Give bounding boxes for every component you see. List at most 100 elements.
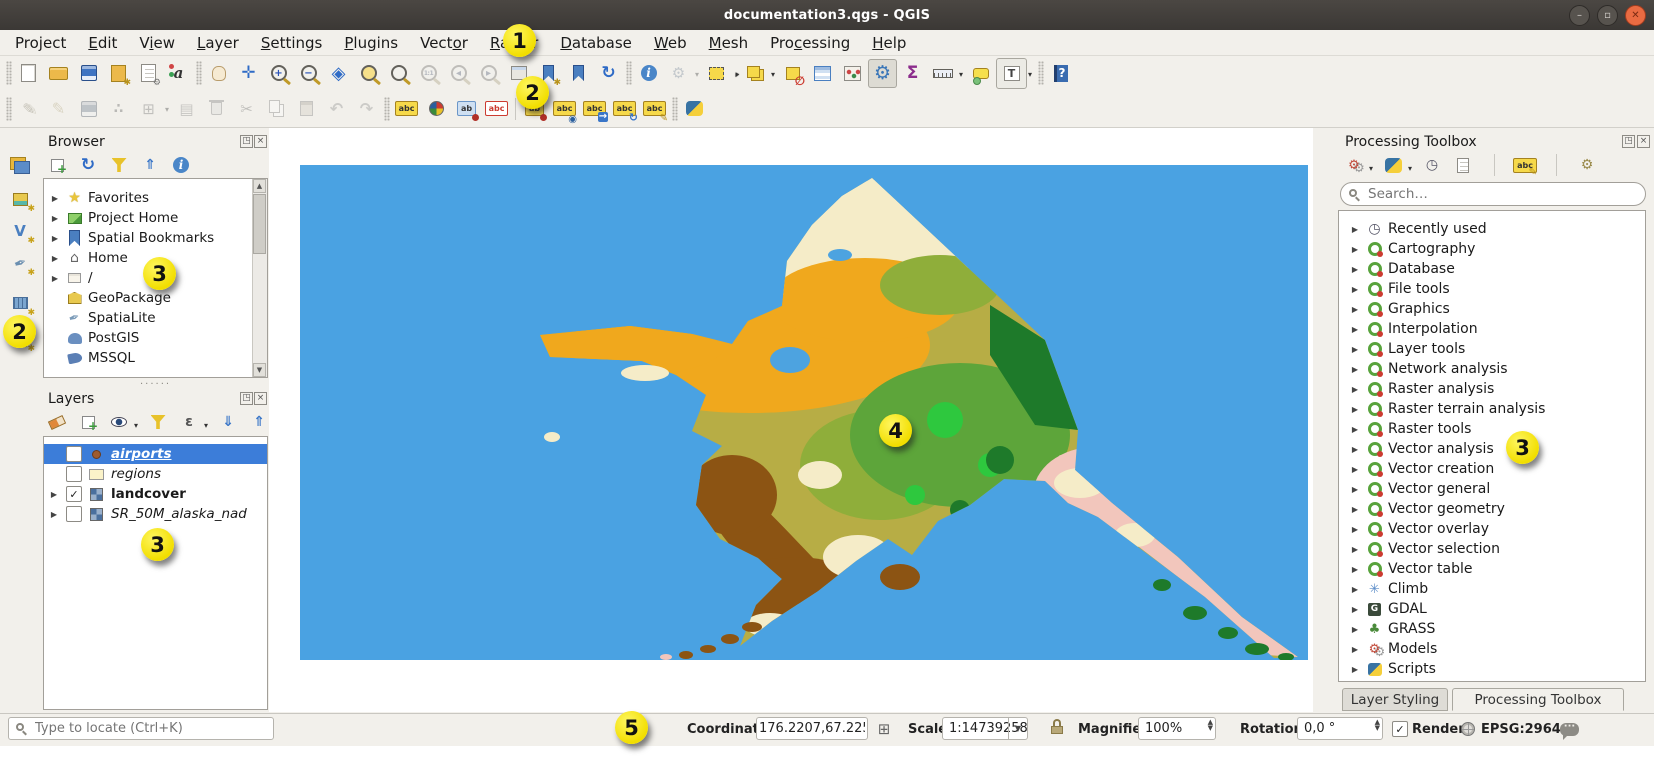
add-feature-icon[interactable] xyxy=(104,94,133,123)
processing-toolbox-icon[interactable] xyxy=(868,59,897,88)
expander-icon[interactable] xyxy=(1349,665,1361,674)
copy-features-icon[interactable] xyxy=(262,94,291,123)
toolbox-category[interactable]: Models xyxy=(1339,639,1645,659)
vertex-tool-icon[interactable] xyxy=(134,94,163,123)
locator-input[interactable] xyxy=(33,720,273,737)
add-selected-layers-icon[interactable] xyxy=(44,153,70,177)
toolbox-category[interactable]: Recently used xyxy=(1339,219,1645,239)
new-shapefile-layer-icon[interactable] xyxy=(3,216,37,246)
layer-visibility-checkbox[interactable] xyxy=(66,446,82,462)
expander-icon[interactable] xyxy=(1349,265,1361,274)
expand-all-icon[interactable] xyxy=(215,410,241,434)
run-feature-action-icon[interactable] xyxy=(664,59,693,88)
expander-icon[interactable] xyxy=(48,510,60,519)
toolbox-category[interactable]: Database xyxy=(1339,259,1645,279)
select-by-value-icon[interactable] xyxy=(740,59,769,88)
browser-item[interactable]: PostGIS xyxy=(44,328,253,348)
browser-item[interactable]: Favorites xyxy=(44,188,253,208)
expander-icon[interactable] xyxy=(49,274,61,283)
float-panel-icon[interactable]: ◳ xyxy=(1622,135,1635,148)
locator-bar[interactable] xyxy=(8,717,274,740)
menu-item[interactable]: Processing xyxy=(759,32,861,54)
measure-icon[interactable] xyxy=(928,59,957,88)
field-calculator-icon[interactable] xyxy=(838,59,867,88)
select-features-icon[interactable] xyxy=(702,59,731,88)
toolbox-category[interactable]: Vector table xyxy=(1339,559,1645,579)
map-tips-icon[interactable] xyxy=(966,59,995,88)
cut-features-icon[interactable] xyxy=(232,94,261,123)
delete-selected-icon[interactable] xyxy=(202,94,231,123)
toolbox-category[interactable]: GDAL xyxy=(1339,599,1645,619)
expander-icon[interactable] xyxy=(1349,585,1361,594)
browser-scrollbar[interactable]: ▲ ▼ xyxy=(252,179,267,377)
filter-browser-icon[interactable] xyxy=(106,153,132,177)
coordinate-input[interactable] xyxy=(757,720,867,737)
browser-item[interactable]: SpatiaLite xyxy=(44,308,253,328)
magnifier-spinbox[interactable]: 100% ▲▼ xyxy=(1138,717,1216,740)
layer-row[interactable]: SR_50M_alaska_nad xyxy=(44,504,267,524)
data-source-manager-icon[interactable] xyxy=(3,150,37,180)
style-manager-icon[interactable] xyxy=(164,59,193,88)
toggle-editing-icon[interactable] xyxy=(44,94,73,123)
menu-item[interactable]: View xyxy=(128,32,186,54)
expander-icon[interactable] xyxy=(1349,225,1361,234)
expander-icon[interactable] xyxy=(1349,345,1361,354)
open-attribute-table-icon[interactable] xyxy=(808,59,837,88)
zoom-native-icon[interactable] xyxy=(414,59,443,88)
scroll-thumb[interactable] xyxy=(253,194,266,254)
toolbox-category[interactable]: Raster analysis xyxy=(1339,379,1645,399)
expander-icon[interactable] xyxy=(1349,405,1361,414)
change-label-properties-icon[interactable] xyxy=(640,94,669,123)
expander-icon[interactable] xyxy=(1349,565,1361,574)
float-panel-icon[interactable]: ◳ xyxy=(240,392,253,405)
menu-item[interactable]: Plugins xyxy=(333,32,409,54)
identify-features-icon[interactable] xyxy=(634,59,663,88)
new-print-layout-icon[interactable] xyxy=(104,59,133,88)
expander-icon[interactable] xyxy=(1349,485,1361,494)
python-toolbox-icon[interactable] xyxy=(1380,153,1406,177)
close-panel-icon[interactable]: × xyxy=(254,135,267,148)
expander-icon[interactable] xyxy=(1349,445,1361,454)
toolbox-category[interactable]: Scripts xyxy=(1339,659,1645,679)
menu-item[interactable]: Layer xyxy=(186,32,250,54)
undo-icon[interactable] xyxy=(322,94,351,123)
browser-item[interactable]: GeoPackage xyxy=(44,288,253,308)
save-project-icon[interactable] xyxy=(74,59,103,88)
expander-icon[interactable] xyxy=(1349,285,1361,294)
expander-icon[interactable] xyxy=(1349,365,1361,374)
expander-icon[interactable] xyxy=(48,490,60,499)
expander-icon[interactable] xyxy=(1349,385,1361,394)
toolbox-options-icon[interactable] xyxy=(1574,153,1600,177)
zoom-in-icon[interactable] xyxy=(264,59,293,88)
zoom-to-layer-icon[interactable] xyxy=(384,59,413,88)
browser-item[interactable]: MSSQL xyxy=(44,348,253,368)
expander-icon[interactable] xyxy=(49,194,61,203)
close-panel-icon[interactable]: × xyxy=(254,392,267,405)
toolbox-category[interactable]: Vector overlay xyxy=(1339,519,1645,539)
add-group-icon[interactable] xyxy=(75,410,101,434)
layer-visibility-checkbox[interactable] xyxy=(66,486,82,502)
new-virtual-layer-icon[interactable] xyxy=(3,288,37,318)
lock-icon[interactable] xyxy=(1050,719,1064,734)
rotation-spinbox[interactable]: 0,0 ° ▲▼ xyxy=(1297,717,1383,740)
toolbox-category[interactable]: Vector analysis xyxy=(1339,439,1645,459)
toolbox-category[interactable]: Network analysis xyxy=(1339,359,1645,379)
pin-labels-icon[interactable] xyxy=(452,94,481,123)
layer-visibility-checkbox[interactable] xyxy=(66,506,82,522)
zoom-next-icon[interactable] xyxy=(474,59,503,88)
edit-in-place-icon[interactable] xyxy=(1512,153,1538,177)
coordinate-box[interactable] xyxy=(756,717,868,740)
python-console-icon[interactable] xyxy=(680,94,709,123)
model-designer-icon[interactable] xyxy=(1341,153,1367,177)
mouse-extent-toggle-icon[interactable] xyxy=(872,717,896,741)
toolbox-category[interactable]: Vector selection xyxy=(1339,539,1645,559)
layer-visibility-checkbox[interactable] xyxy=(66,466,82,482)
menu-item[interactable]: Settings xyxy=(250,32,334,54)
results-viewer-icon[interactable] xyxy=(1450,153,1476,177)
menu-item[interactable]: Web xyxy=(643,32,698,54)
statistical-summary-icon[interactable] xyxy=(898,59,927,88)
zoom-out-icon[interactable] xyxy=(294,59,323,88)
toolbox-category[interactable]: File tools xyxy=(1339,279,1645,299)
map-canvas[interactable] xyxy=(269,128,1313,712)
new-spatialite-layer-icon[interactable] xyxy=(3,248,37,278)
